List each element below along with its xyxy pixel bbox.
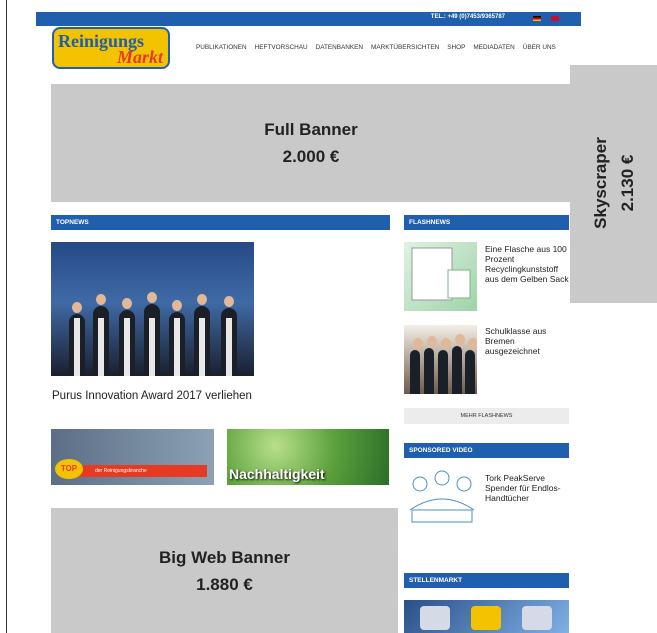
frame-border	[6, 0, 7, 633]
topnews-headline[interactable]: Purus Innovation Award 2017 verliehen	[52, 390, 252, 402]
top-bar: TEL.: +49 (0)7453/9365787	[36, 12, 581, 26]
person-figure	[169, 300, 185, 376]
big-web-banner-label: Big Web Banner	[159, 547, 290, 567]
person-figure	[221, 296, 237, 376]
skyscraper-price: 2.130 €	[618, 154, 637, 212]
flashnews-title[interactable]: Eine Flasche aus 100 Prozent Recyclingku…	[485, 244, 569, 284]
nav-datenbanken[interactable]: DATENBANKEN	[316, 44, 363, 51]
keyboard-key-icon	[471, 606, 501, 630]
sponsored-video-header: SPONSORED VIDEO	[404, 443, 569, 458]
nav-ueber-uns[interactable]: ÜBER UNS	[523, 44, 556, 51]
stellenmarkt-image[interactable]	[404, 600, 569, 633]
video-thumbnail[interactable]	[404, 470, 479, 530]
big-web-banner-price: 1.880 €	[196, 574, 253, 594]
full-banner-ad: Full Banner 2.000 €	[51, 84, 571, 202]
nav-shop[interactable]: SHOP	[447, 44, 465, 51]
person-figure	[119, 298, 135, 376]
flashnews-header: FLASHNEWS	[404, 215, 569, 230]
more-flashnews-button[interactable]: MEHR FLASHNEWS	[404, 408, 569, 424]
document-icon	[411, 247, 471, 301]
flashnews-thumb[interactable]	[404, 325, 477, 394]
nachhaltigkeit-teaser[interactable]: Nachhaltigkeit	[227, 429, 389, 485]
full-banner-price: 2.000 €	[282, 147, 340, 166]
skyscraper-ad: Skyscraper 2.130 €	[570, 65, 657, 303]
person-figure	[438, 338, 451, 394]
person-figure	[452, 334, 465, 394]
phone-number[interactable]: TEL.: +49 (0)7453/9365787	[431, 14, 505, 20]
big-web-banner-ad: Big Web Banner 1.880 €	[51, 508, 398, 633]
checkmark-key-icon	[522, 606, 552, 630]
topnews-header: TOPNEWS	[51, 215, 390, 230]
skyscraper-text: Skyscraper 2.130 €	[587, 137, 641, 229]
person-figure	[465, 338, 477, 394]
person-figure	[144, 292, 160, 376]
nav-publikationen[interactable]: PUBLIKATIONEN	[196, 44, 247, 51]
top-partner-strip: der Reinigungsbranche	[75, 465, 207, 477]
person-figure	[93, 294, 109, 376]
logo-line2: Markt	[116, 47, 163, 67]
person-figure	[69, 302, 85, 376]
top-partner-teaser[interactable]: der Reinigungsbranche TOP Partner	[51, 429, 214, 485]
skyscraper-label: Skyscraper	[591, 137, 610, 229]
stellenmarkt-header: STELLENMARKT	[404, 573, 569, 588]
sponsored-video-title[interactable]: Tork PeakServe Spender für Endlos-Handtü…	[485, 473, 569, 503]
nav-heftvorschau[interactable]: HEFTVORSCHAU	[255, 44, 308, 51]
dispenser-icon	[409, 470, 475, 523]
flag-de-icon[interactable]	[533, 16, 541, 21]
nav-mediadaten[interactable]: MEDIADATEN	[473, 44, 514, 51]
flashnews-thumb[interactable]	[404, 242, 477, 311]
nachhaltigkeit-label: Nachhaltigkeit	[229, 466, 325, 482]
person-figure	[194, 294, 210, 376]
nav-marktuebersichten[interactable]: MARKTÜBERSICHTEN	[371, 44, 439, 51]
person-figure	[424, 336, 437, 394]
site-logo[interactable]: Reinigungs Markt	[52, 27, 170, 69]
flag-en-icon[interactable]	[551, 16, 559, 21]
flashnews-title[interactable]: Schulklasse aus Bremen ausgezeichnet	[485, 326, 569, 356]
top-partner-badge: TOP Partner	[55, 459, 83, 485]
main-navigation: PUBLIKATIONEN HEFTVORSCHAU DATENBANKEN M…	[196, 44, 556, 51]
keyboard-key-icon	[420, 606, 450, 630]
topnews-photo[interactable]	[51, 242, 254, 376]
person-figure	[410, 338, 423, 394]
full-banner-label: Full Banner	[264, 120, 358, 139]
